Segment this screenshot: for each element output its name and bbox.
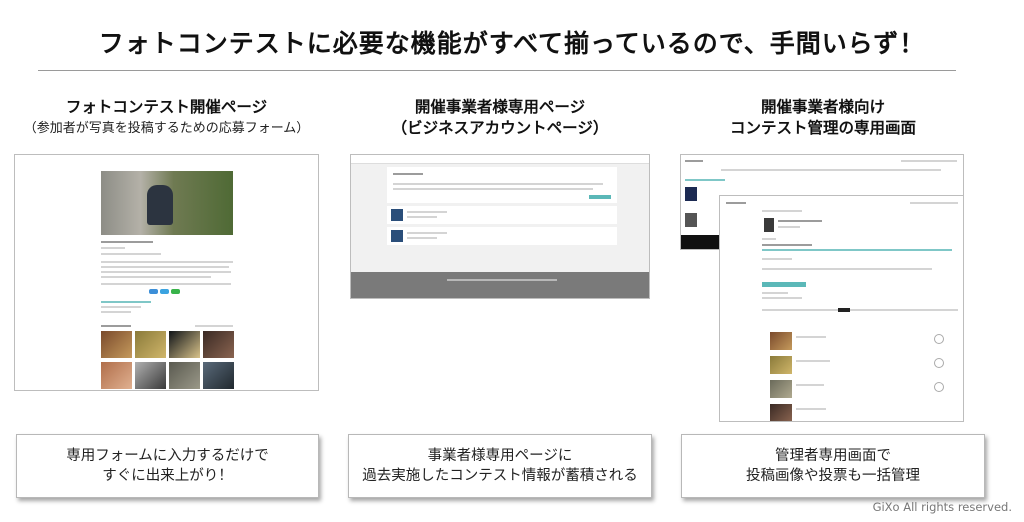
business-page-footer: [351, 272, 649, 298]
hero-photo-person: [147, 185, 173, 225]
admin-entry-photo-4: [770, 404, 792, 421]
business-page-header: [351, 155, 649, 164]
entry-photo-4: [203, 331, 234, 358]
entry-photo-5: [101, 362, 132, 389]
entry-photo-2: [135, 331, 166, 358]
follow-button: [589, 195, 611, 199]
column-2-caption: 事業者様専用ページに 過去実施したコンテスト情報が蓄積される: [348, 434, 652, 498]
column-3-caption-line-1: 管理者専用画面で: [775, 448, 891, 464]
column-1-title: フォトコンテスト開催ページ （参加者が写真を投稿するための応募フォーム）: [14, 97, 319, 139]
column-3-caption-line-2: 投稿画像や投票も一括管理: [746, 468, 920, 484]
entry-photo-1: [101, 331, 132, 358]
contest-logo-icon: [764, 218, 774, 232]
share-icon-1: [149, 289, 158, 294]
column-1-title-line-1: フォトコンテスト開催ページ: [65, 98, 268, 116]
entry-photo-6: [135, 362, 166, 389]
admin-entry-photo-3: [770, 380, 792, 398]
entry-photo-8: [203, 362, 234, 389]
column-1-subtitle: （参加者が写真を投稿するための応募フォーム）: [23, 121, 310, 136]
headline-divider: [38, 70, 956, 71]
entry-photo-3: [169, 331, 200, 358]
share-icon-2: [160, 289, 169, 294]
copyright-notice: GiXo All rights reserved.: [872, 500, 1012, 514]
column-2-title-line-1: 開催事業者様専用ページ: [414, 98, 586, 116]
column-2-caption-line-1: 事業者様専用ページに: [427, 448, 573, 464]
column-1-caption-line-2: すぐに出来上がり！: [102, 468, 233, 484]
business-page-screenshot: [350, 154, 650, 299]
contest-list-item-2: [387, 227, 617, 245]
admin-action-button: [762, 282, 806, 287]
column-2-title: 開催事業者様専用ページ （ビジネスアカウントページ）: [350, 97, 650, 139]
column-3-title: 開催事業者様向け コンテスト管理の専用画面: [682, 97, 964, 139]
admin-screen-front: [719, 195, 964, 422]
admin-entry-photo-1: [770, 332, 792, 350]
column-2-title-line-2: （ビジネスアカウントページ）: [391, 119, 609, 137]
column-2-caption-line-2: 過去実施したコンテスト情報が蓄積される: [362, 468, 638, 484]
page-headline: フォトコンテストに必要な機能がすべて揃っているので、手間いらず！: [98, 29, 926, 58]
entry-photo-7: [169, 362, 200, 389]
column-3-title-line-2: コンテスト管理の専用画面: [729, 119, 916, 137]
share-icon-3: [171, 289, 180, 294]
column-1-caption: 専用フォームに入力するだけで すぐに出来上がり！: [16, 434, 319, 498]
column-1-caption-line-1: 専用フォームに入力するだけで: [66, 448, 269, 464]
admin-entry-photo-2: [770, 356, 792, 374]
column-3-caption: 管理者専用画面で 投稿画像や投票も一括管理: [681, 434, 985, 498]
contest-page-screenshot: [14, 154, 319, 391]
column-3-title-line-1: 開催事業者様向け: [760, 98, 885, 116]
contest-list-item-1: [387, 206, 617, 224]
